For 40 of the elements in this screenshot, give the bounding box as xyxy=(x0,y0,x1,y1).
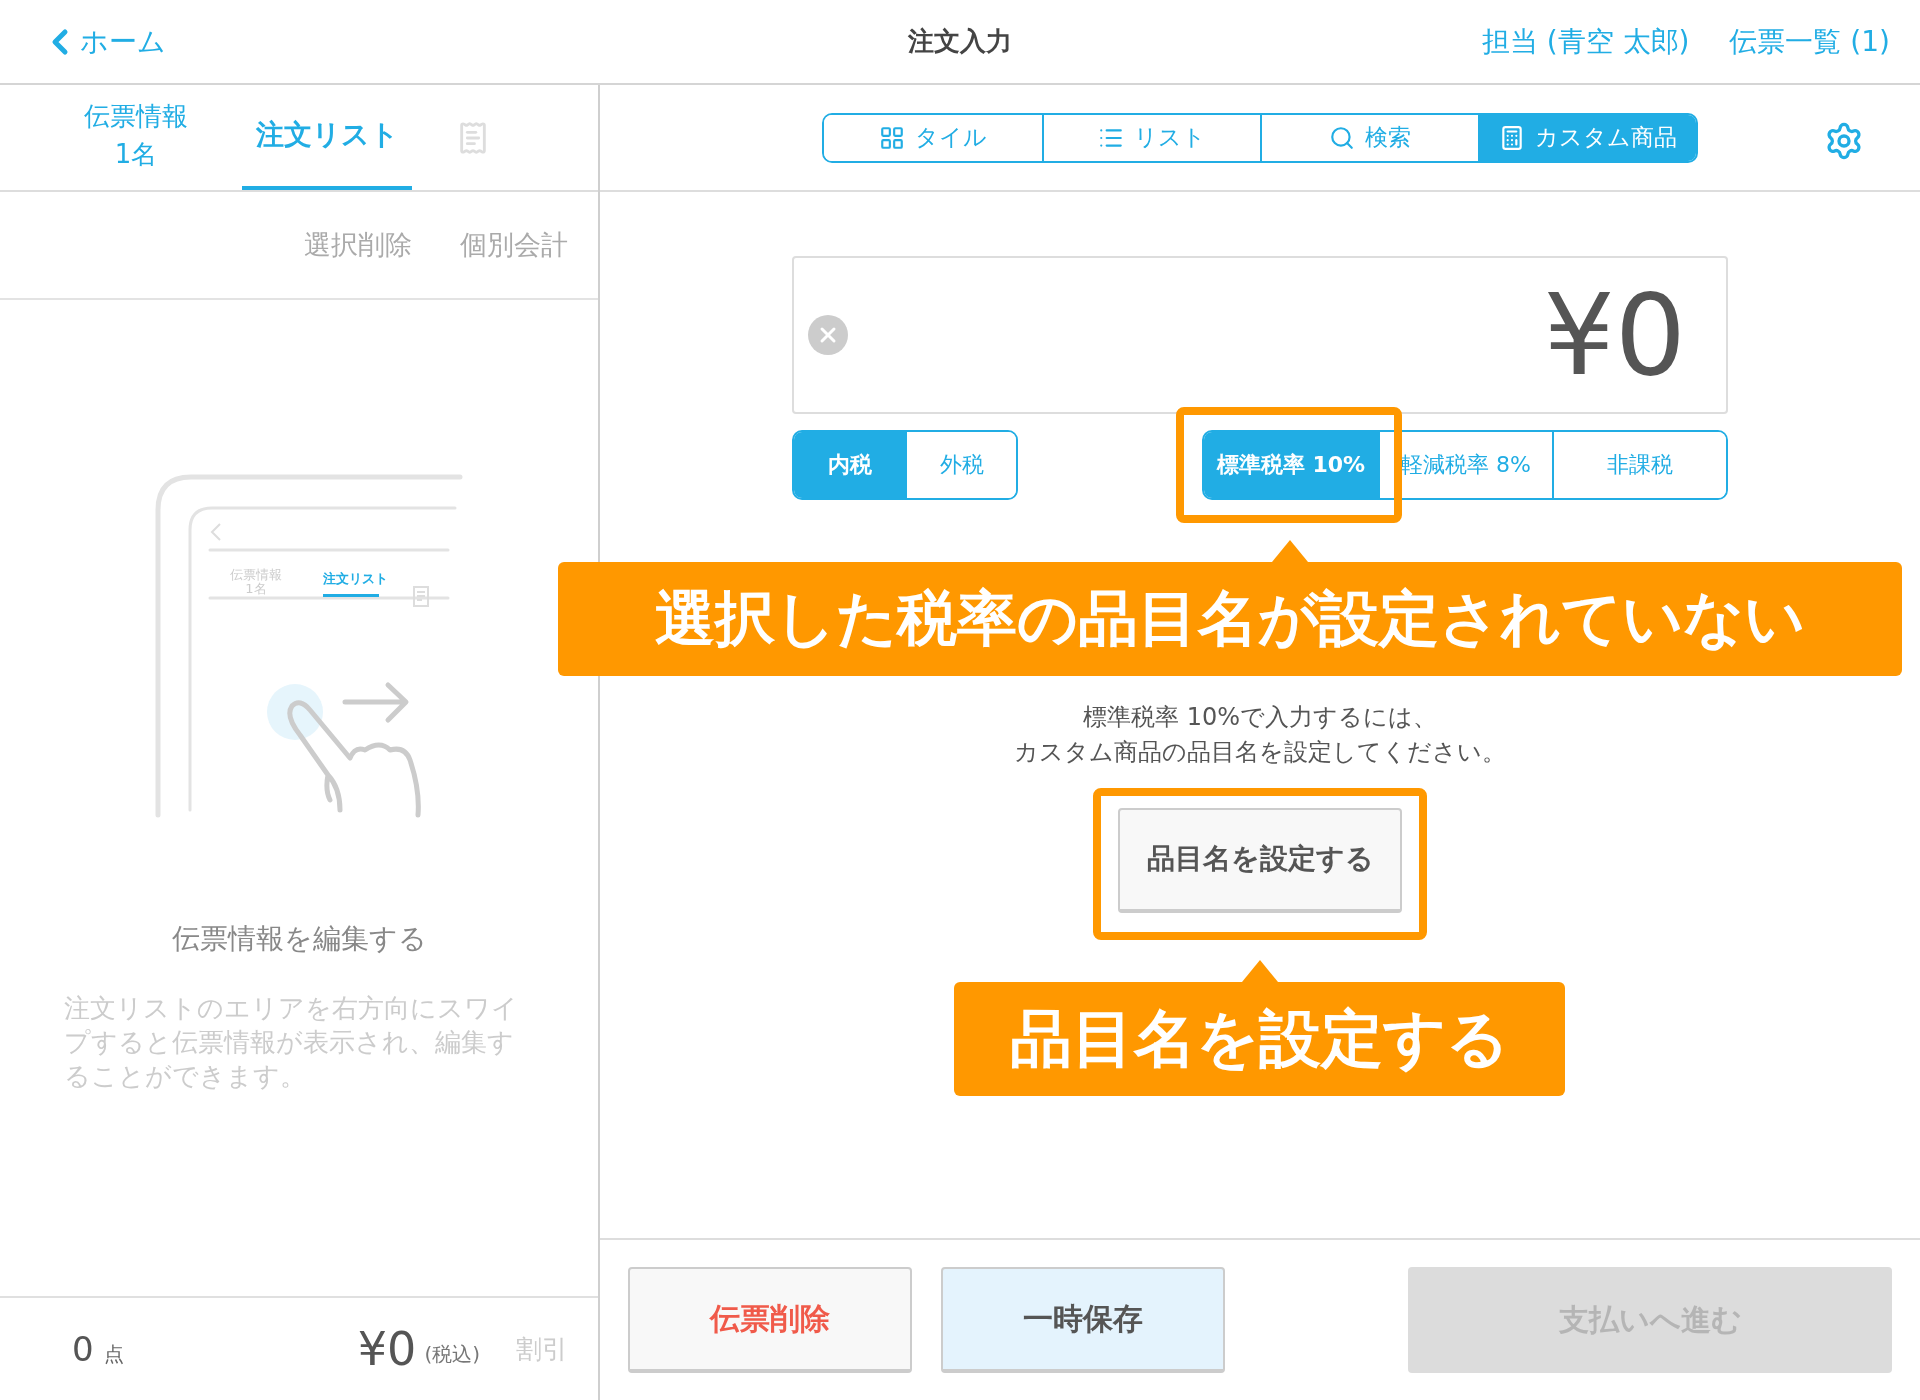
footer-button[interactable]: 伝票削除 xyxy=(628,1267,912,1373)
empty-state-title: 伝票情報を編集する xyxy=(171,921,427,957)
receipt-icon xyxy=(413,586,429,607)
set-name-button[interactable]: 品目名を設定する xyxy=(1118,807,1402,913)
total-amount: ¥0 xyxy=(357,1322,417,1376)
hand-icon xyxy=(287,700,421,818)
tax-note: (税込) xyxy=(424,1340,480,1368)
callout-banner: 選択した税率の品目名が設定されていない xyxy=(558,562,1902,676)
back-chevron-icon xyxy=(210,523,221,541)
amount-value: ¥0 xyxy=(1543,270,1686,400)
item-count: 0 xyxy=(72,1329,94,1369)
search-icon xyxy=(1329,124,1355,151)
staff-link[interactable]: 担当 (青空 太郎) xyxy=(1481,22,1690,61)
clear-button[interactable] xyxy=(808,315,848,355)
calculator-icon xyxy=(1499,124,1525,151)
callout-banner: 品目名を設定する xyxy=(954,982,1565,1096)
tax-mode-button[interactable]: 外税 xyxy=(905,432,1016,498)
panel-tab[interactable]: 注文リスト xyxy=(242,85,412,190)
tax-mode-button[interactable]: 内税 xyxy=(794,432,905,498)
tax-rate-button[interactable]: 標準税率 10% xyxy=(1204,432,1378,498)
panel-tab[interactable]: 伝票情報 1名 xyxy=(64,85,208,190)
instruction-message: カスタム商品の品目名を設定してください。 xyxy=(1014,736,1506,768)
grid-icon xyxy=(879,124,905,151)
tab-underline xyxy=(323,594,379,597)
screen-title: 注文入力 xyxy=(908,25,1012,58)
back-link[interactable]: ホーム xyxy=(40,21,166,62)
arrow-right-icon xyxy=(342,682,409,723)
tax-rate-button[interactable]: 非課税 xyxy=(1552,432,1726,498)
tab-label: 注文リスト xyxy=(323,572,388,587)
count-unit: 点 xyxy=(103,1340,124,1368)
slip-list-link[interactable]: 伝票一覧 (1) xyxy=(1729,22,1890,61)
instruction-message: 標準税率 10%で入力するには、 xyxy=(1082,702,1438,733)
view-tab[interactable]: カスタム商品 xyxy=(1478,114,1696,161)
settings-button[interactable] xyxy=(1824,121,1864,161)
action-button[interactable]: 個別会計 xyxy=(460,227,568,263)
touch-point-icon xyxy=(267,684,323,740)
footer-button[interactable]: 一時保存 xyxy=(941,1267,1225,1373)
settings-icon xyxy=(1824,121,1864,161)
amount-field[interactable]: ¥0 xyxy=(792,256,1728,414)
action-button[interactable]: 選択削除 xyxy=(304,227,412,263)
